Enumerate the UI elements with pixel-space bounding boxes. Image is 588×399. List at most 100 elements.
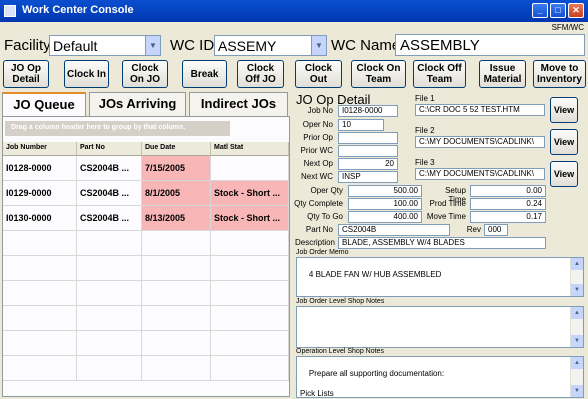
- tab-indirect-jos[interactable]: Indirect JOs: [189, 92, 288, 116]
- oper-no-field[interactable]: 10: [338, 119, 384, 131]
- jo-shop-notes-label: Job Order Level Shop Notes: [296, 298, 385, 305]
- scroll-up-icon[interactable]: ▲: [571, 357, 583, 369]
- empty-row: [3, 306, 289, 331]
- scroll-down-icon[interactable]: ▼: [571, 335, 583, 347]
- column-header-due-date[interactable]: Due Date: [142, 142, 211, 155]
- empty-row: [3, 231, 289, 256]
- part-no-cell: CS2004B ...: [77, 206, 142, 230]
- next-op-field[interactable]: 20: [338, 158, 398, 170]
- view-file2-button[interactable]: View: [550, 129, 578, 155]
- clock-off-jo-button[interactable]: Clock Off JO: [237, 60, 284, 88]
- clock-out-button[interactable]: Clock Out: [295, 60, 342, 88]
- wc-id-select[interactable]: ASSEMY ▼: [214, 35, 327, 56]
- table-row[interactable]: I0130-0000 CS2004B ... 8/13/2005 Stock -…: [3, 206, 289, 231]
- jo-notes-scrollbar[interactable]: ▲ ▼: [570, 307, 583, 347]
- module-badge: SFM/WC: [551, 23, 584, 32]
- oper-qty-field[interactable]: 500.00: [348, 185, 422, 197]
- move-time-field[interactable]: 0.17: [470, 211, 546, 223]
- facility-label: Facility: [4, 37, 51, 54]
- qty-to-go-label: Qty To Go: [307, 212, 343, 221]
- op-notes-scrollbar[interactable]: ▲ ▼: [570, 357, 583, 397]
- tab-jos-arriving[interactable]: JOs Arriving: [89, 92, 186, 116]
- job-order-memo-field[interactable]: 4 BLADE FAN W/ HUB ASSEMBLED ▲ ▼: [296, 257, 584, 297]
- column-header-job-number[interactable]: Job Number: [3, 142, 77, 155]
- group-by-area[interactable]: Drag a column header here to group by th…: [5, 121, 230, 136]
- facility-select[interactable]: Default ▼: [49, 35, 161, 56]
- setup-time-field[interactable]: 0.00: [470, 185, 546, 197]
- app-icon: [4, 5, 16, 17]
- prod-time-label: Prod Time: [429, 199, 466, 208]
- job-number-cell: I0129-0000: [3, 181, 77, 205]
- description-field[interactable]: BLADE, ASSEMBLY W/4 BLADES: [338, 237, 546, 249]
- oper-no-label: Oper No: [302, 120, 333, 129]
- prior-wc-field[interactable]: [338, 145, 398, 157]
- jo-op-detail-button[interactable]: JO Op Detail: [3, 60, 49, 88]
- move-time-label: Move Time: [426, 212, 466, 221]
- clock-off-team-button[interactable]: Clock Off Team: [413, 60, 466, 88]
- close-icon[interactable]: ✕: [568, 3, 584, 18]
- file1-field[interactable]: C:\CR DOC 5 52 TEST.HTM: [415, 104, 545, 116]
- table-row[interactable]: I0129-0000 CS2004B ... 8/1/2005 Stock - …: [3, 181, 289, 206]
- clock-in-button[interactable]: Clock In: [64, 60, 109, 88]
- next-op-label: Next Op: [303, 159, 333, 168]
- wc-id-value: ASSEMY: [218, 38, 277, 54]
- prod-time-field[interactable]: 0.24: [470, 198, 546, 210]
- minimize-icon[interactable]: _: [532, 3, 548, 18]
- clock-on-team-button[interactable]: Clock On Team: [351, 60, 406, 88]
- jo-shop-notes-field[interactable]: ▲ ▼: [296, 306, 584, 348]
- part-no-cell: CS2004B ...: [77, 156, 142, 180]
- title-bar: Work Center Console _ □ ✕: [0, 0, 588, 22]
- file2-field[interactable]: C:\MY DOCUMENTS\CADLINK\: [415, 136, 545, 148]
- next-wc-label: Next WC: [301, 172, 333, 181]
- tab-jo-queue[interactable]: JO Queue: [2, 92, 86, 117]
- job-no-label: Job No: [307, 106, 333, 115]
- wc-name-field[interactable]: ASSEMBLY: [395, 34, 585, 56]
- part-no-field[interactable]: CS2004B: [338, 224, 450, 236]
- file3-label: File 3: [415, 158, 435, 167]
- matl-stat-cell: Stock - Short ...: [211, 206, 289, 230]
- rev-field[interactable]: 000: [484, 224, 508, 236]
- due-date-cell: 8/1/2005: [142, 181, 211, 205]
- job-number-cell: I0128-0000: [3, 156, 77, 180]
- prior-op-field[interactable]: [338, 132, 398, 144]
- table-row[interactable]: I0128-0000 CS2004B ... 7/15/2005: [3, 156, 289, 181]
- op-shop-notes-field[interactable]: Prepare all supporting documentation: Pi…: [296, 356, 584, 398]
- jo-queue-panel: Drag a column header here to group by th…: [2, 116, 290, 397]
- empty-row: [3, 281, 289, 306]
- due-date-cell: 7/15/2005: [142, 156, 211, 180]
- chevron-down-icon[interactable]: ▼: [145, 36, 160, 55]
- column-header-matl-stat[interactable]: Matl Stat: [211, 142, 289, 155]
- description-label: Description: [294, 238, 335, 247]
- move-to-inventory-button[interactable]: Move to Inventory: [533, 60, 586, 88]
- file1-label: File 1: [415, 94, 435, 103]
- empty-row: [3, 356, 289, 381]
- facility-value: Default: [53, 38, 98, 54]
- column-header-part-no[interactable]: Part No: [77, 142, 142, 155]
- issue-material-button[interactable]: Issue Material: [479, 60, 526, 88]
- job-no-field[interactable]: I0128-0000: [338, 105, 398, 117]
- oper-qty-label: Oper Qty: [310, 186, 343, 195]
- next-wc-field[interactable]: INSP: [338, 171, 398, 183]
- job-order-memo-label: Job Order Memo: [296, 249, 349, 256]
- view-file3-button[interactable]: View: [550, 161, 578, 187]
- memo-scrollbar[interactable]: ▲ ▼: [570, 258, 583, 296]
- qty-complete-field[interactable]: 100.00: [348, 198, 422, 210]
- window-title: Work Center Console: [22, 4, 134, 16]
- break-button[interactable]: Break: [182, 60, 227, 88]
- scroll-down-icon[interactable]: ▼: [571, 385, 583, 397]
- matl-stat-cell: Stock - Short ...: [211, 181, 289, 205]
- scroll-up-icon[interactable]: ▲: [571, 258, 583, 270]
- scroll-up-icon[interactable]: ▲: [571, 307, 583, 319]
- clock-on-jo-button[interactable]: Clock On JO: [122, 60, 168, 88]
- chevron-down-icon[interactable]: ▼: [311, 36, 326, 55]
- maximize-icon[interactable]: □: [550, 3, 566, 18]
- scroll-down-icon[interactable]: ▼: [571, 284, 583, 296]
- op-shop-notes-text: Prepare all supporting documentation: Pi…: [300, 369, 445, 398]
- op-shop-notes-label: Operation Level Shop Notes: [296, 348, 384, 355]
- view-file1-button[interactable]: View: [550, 97, 578, 123]
- empty-row: [3, 331, 289, 356]
- matl-stat-cell: [211, 156, 289, 180]
- qty-to-go-field[interactable]: 400.00: [348, 211, 422, 223]
- file3-field[interactable]: C:\MY DOCUMENTS\CADLINK\: [415, 168, 545, 180]
- due-date-cell: 8/13/2005: [142, 206, 211, 230]
